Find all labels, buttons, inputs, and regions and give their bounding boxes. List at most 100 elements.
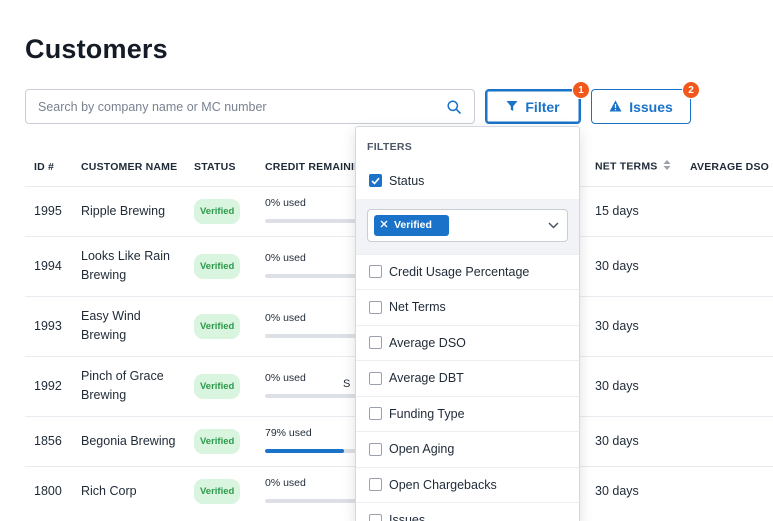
customer-id: 1995 — [25, 185, 72, 236]
filter-option-label: Funding Type — [389, 406, 465, 421]
status-badge: Verified — [194, 313, 241, 339]
filter-option-label: Open Chargebacks — [389, 477, 497, 492]
column-header-id[interactable]: ID # — [25, 148, 72, 186]
credit-progress-bar — [265, 498, 365, 503]
filter-checkbox[interactable] — [369, 442, 382, 456]
average-dso — [681, 415, 773, 466]
customer-id: 1800 — [25, 465, 72, 516]
filter-option-credit-usage-percentage[interactable]: Credit Usage Percentage — [356, 255, 579, 290]
credit-progress-bar — [265, 273, 365, 278]
filter-option-funding-type[interactable]: Funding Type — [356, 397, 579, 432]
check-icon — [371, 177, 380, 185]
average-dso — [681, 235, 773, 296]
status-badge: Verified — [194, 253, 241, 279]
status-badge: Verified — [194, 478, 241, 504]
filter-button[interactable]: Filter 1 — [485, 81, 590, 124]
filter-option-open-aging[interactable]: Open Aging — [356, 432, 579, 468]
filters-header: FILTERS — [367, 141, 413, 153]
status-cell: Verified — [185, 235, 256, 296]
filter-option-average-dso[interactable]: Average DSO — [356, 326, 579, 361]
customer-id: 1856 — [25, 415, 72, 466]
filter-option-label: Open Aging — [389, 442, 455, 457]
status-select[interactable]: Verified — [367, 208, 568, 242]
status-chip[interactable]: Verified — [374, 214, 449, 236]
sort-icon[interactable] — [663, 159, 671, 174]
filter-option-status[interactable]: Status — [356, 163, 579, 199]
filter-option-label: Average DSO — [389, 335, 466, 350]
column-header-average-dso[interactable]: AVERAGE DSO — [681, 148, 773, 186]
credit-progress-fill — [265, 448, 344, 453]
status-select-container: Verified — [356, 198, 579, 255]
filter-checkbox[interactable] — [369, 371, 382, 385]
customer-name[interactable]: Begonia Brewing — [72, 415, 185, 466]
customer-name[interactable]: Looks Like Rain Brewing — [72, 235, 185, 296]
credit-progress-bar — [265, 218, 365, 223]
issues-button[interactable]: Issues 2 — [591, 81, 700, 124]
issues-count-badge: 2 — [682, 81, 700, 99]
search-icon[interactable] — [446, 99, 462, 115]
average-dso — [681, 185, 773, 236]
filter-checkbox[interactable] — [369, 478, 382, 492]
filter-option-label: Status — [389, 173, 425, 188]
warning-icon — [609, 99, 622, 115]
filter-option-label: Credit Usage Percentage — [389, 264, 530, 279]
credit-progress-bar — [265, 448, 365, 453]
filter-checkbox[interactable] — [369, 407, 382, 421]
status-chip-label: Verified — [394, 219, 432, 231]
customer-id: 1994 — [25, 235, 72, 296]
column-header-net-terms[interactable]: NET TERMS — [586, 148, 681, 186]
filter-option-net-terms[interactable]: Net Terms — [356, 290, 579, 326]
status-badge: Verified — [194, 373, 241, 399]
filter-option-label: Issues — [389, 513, 426, 521]
page-title: Customers — [25, 34, 168, 64]
status-cell: Verified — [185, 185, 256, 236]
average-dso — [681, 465, 773, 516]
credit-remaining-text: S — [343, 377, 351, 390]
status-badge: Verified — [194, 198, 241, 224]
chevron-down-icon[interactable] — [548, 216, 559, 234]
customer-name[interactable]: Rich Corp — [72, 465, 185, 516]
average-dso — [681, 355, 773, 416]
search-input[interactable] — [38, 99, 446, 114]
search-box[interactable] — [25, 89, 475, 124]
status-checkbox[interactable] — [369, 174, 382, 188]
net-terms: 30 days — [586, 295, 681, 356]
filter-icon — [506, 99, 518, 115]
filter-option-issues[interactable]: Issues — [356, 503, 579, 521]
status-cell: Verified — [185, 355, 256, 416]
net-terms-header-label: NET TERMS — [595, 160, 658, 173]
filter-button-label: Filter — [525, 98, 560, 115]
filter-checkbox[interactable] — [369, 300, 382, 314]
filter-option-label: Net Terms — [389, 300, 446, 315]
status-badge: Verified — [194, 428, 241, 454]
filter-checkbox[interactable] — [369, 265, 382, 279]
filter-checkbox[interactable] — [369, 513, 382, 521]
customer-id: 1992 — [25, 355, 72, 416]
close-icon[interactable] — [380, 219, 388, 231]
net-terms: 30 days — [586, 235, 681, 296]
filters-dropdown: FILTERS Status Verified Credit Usage Per… — [355, 126, 580, 521]
status-cell: Verified — [185, 295, 256, 356]
filter-option-open-chargebacks[interactable]: Open Chargebacks — [356, 468, 579, 503]
column-header-customer-name[interactable]: CUSTOMER NAME — [72, 148, 185, 186]
column-header-status[interactable]: STATUS — [185, 148, 256, 186]
net-terms: 30 days — [586, 415, 681, 466]
net-terms: 15 days — [586, 185, 681, 236]
credit-progress-bar — [265, 333, 365, 338]
status-cell: Verified — [185, 415, 256, 466]
filter-option-label: Average DBT — [389, 371, 464, 386]
filter-count-badge: 1 — [572, 81, 590, 99]
net-terms: 30 days — [586, 465, 681, 516]
filter-options-list: Credit Usage Percentage Net Terms Average … — [356, 255, 579, 521]
filter-checkbox[interactable] — [369, 336, 382, 350]
filter-option-average-dbt[interactable]: Average DBT — [356, 361, 579, 397]
customer-id: 1993 — [25, 295, 72, 356]
customer-name[interactable]: Easy Wind Brewing — [72, 295, 185, 356]
customer-name[interactable]: Ripple Brewing — [72, 185, 185, 236]
net-terms: 30 days — [586, 355, 681, 416]
status-cell: Verified — [185, 465, 256, 516]
issues-button-label: Issues — [629, 98, 673, 115]
credit-progress-bar — [265, 393, 365, 398]
customer-name[interactable]: Pinch of Grace Brewing — [72, 355, 185, 416]
average-dso — [681, 295, 773, 356]
